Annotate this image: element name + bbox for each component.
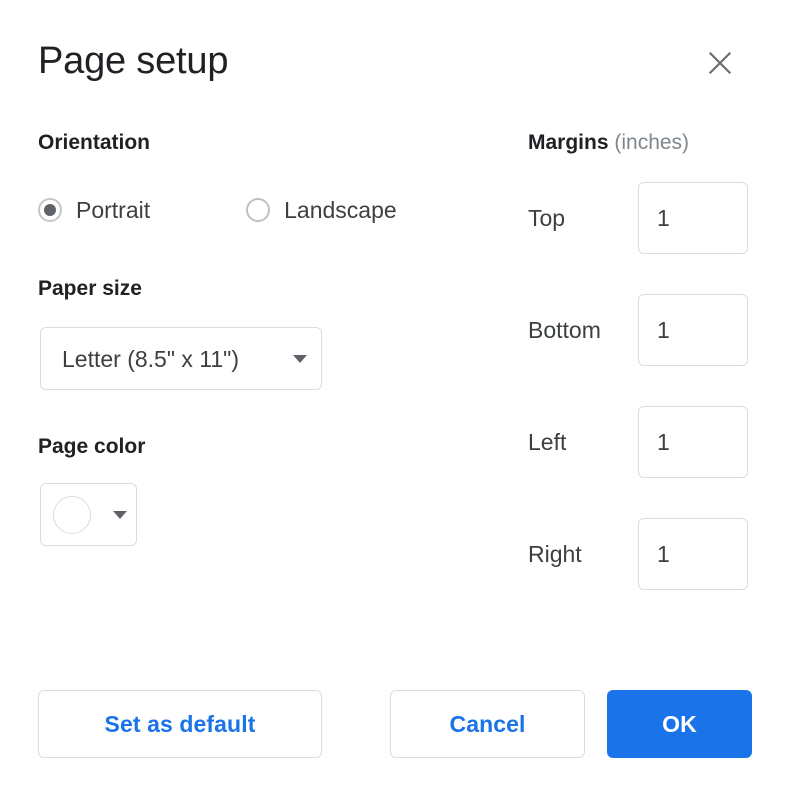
cancel-button[interactable]: Cancel	[390, 690, 585, 758]
margin-input-left[interactable]	[638, 406, 748, 478]
page-setup-dialog: Page setup Orientation Portrait Landscap…	[0, 0, 788, 798]
margin-row-bottom: Bottom	[528, 294, 756, 366]
margin-label-left: Left	[528, 429, 567, 455]
set-as-default-button[interactable]: Set as default	[38, 690, 322, 758]
margin-row-top: Top	[528, 182, 756, 254]
dialog-footer: Set as default Cancel OK	[0, 690, 788, 758]
margin-input-top[interactable]	[638, 182, 748, 254]
margin-label-bottom: Bottom	[528, 317, 601, 343]
margins-heading-text: Margins	[528, 131, 609, 154]
ok-button[interactable]: OK	[607, 690, 752, 758]
margin-input-right[interactable]	[638, 518, 748, 590]
margins-units-text: (inches)	[614, 131, 690, 154]
margin-row-right: Right	[528, 518, 756, 590]
margin-row-left: Left	[528, 406, 756, 478]
right-column: Margins (inches) Top Bottom Left Right	[0, 0, 788, 660]
margin-label-top: Top	[528, 205, 566, 231]
margin-input-bottom[interactable]	[638, 294, 748, 366]
margins-heading: Margins (inches)	[528, 130, 689, 156]
margin-label-right: Right	[528, 541, 582, 567]
